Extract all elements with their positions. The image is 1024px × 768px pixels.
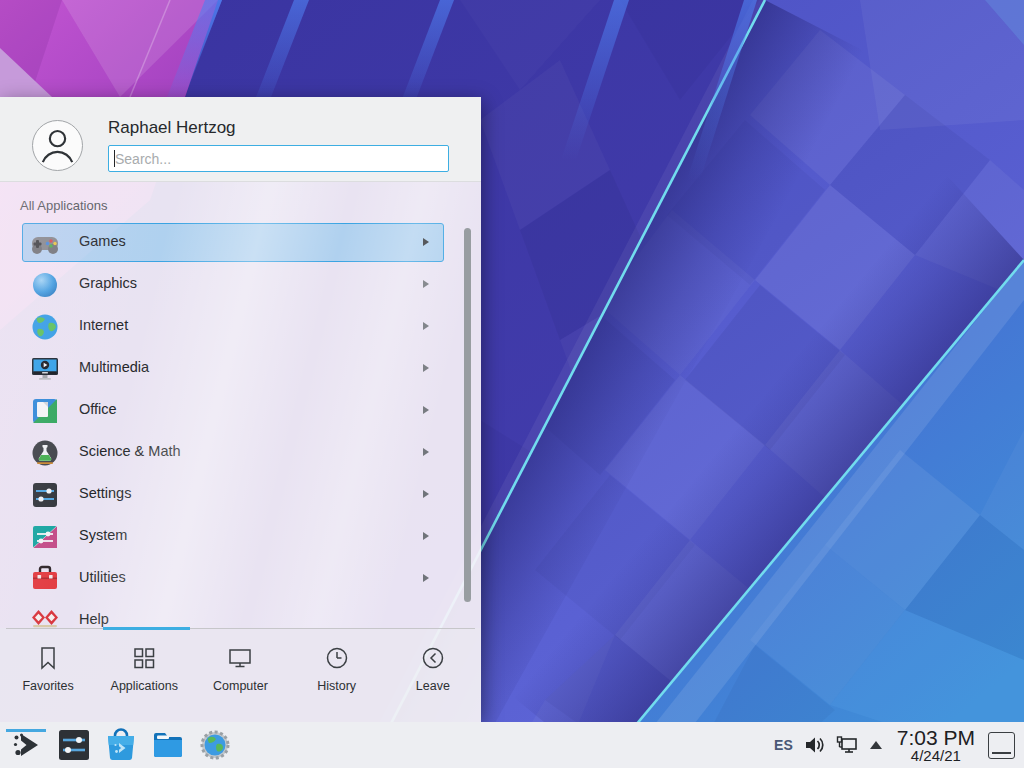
search-field[interactable] bbox=[108, 145, 449, 172]
help-icon bbox=[29, 605, 61, 628]
application-launcher-button[interactable] bbox=[9, 727, 45, 763]
office-icon bbox=[29, 395, 61, 427]
leave-icon bbox=[419, 644, 447, 672]
system-tray: ES bbox=[774, 722, 1024, 768]
volume-icon[interactable] bbox=[803, 734, 825, 756]
tab-applications[interactable]: Applications bbox=[96, 638, 192, 693]
desktop: Raphael Hertzog All Applications bbox=[0, 0, 1024, 768]
submenu-arrow-icon bbox=[423, 406, 429, 414]
science-math-icon bbox=[29, 437, 61, 469]
submenu-arrow-icon bbox=[423, 532, 429, 540]
list-scrollbar[interactable] bbox=[464, 228, 471, 602]
clock-time: 7:03 PM bbox=[897, 727, 975, 748]
category-internet[interactable]: Internet bbox=[0, 306, 481, 348]
submenu-arrow-icon bbox=[423, 322, 429, 330]
kickoff-icon bbox=[9, 727, 45, 763]
category-graphics[interactable]: Graphics bbox=[0, 264, 481, 306]
network-icon[interactable] bbox=[835, 733, 859, 757]
tab-favorites[interactable]: Favorites bbox=[0, 638, 96, 693]
category-help[interactable]: Help bbox=[0, 600, 481, 628]
submenu-arrow-icon bbox=[423, 574, 429, 582]
category-multimedia[interactable]: Multimedia bbox=[0, 348, 481, 390]
application-launcher-menu: Raphael Hertzog All Applications bbox=[0, 97, 481, 722]
discover-icon bbox=[103, 727, 139, 763]
user-avatar[interactable] bbox=[32, 120, 83, 171]
submenu-arrow-icon bbox=[423, 280, 429, 288]
user-name: Raphael Hertzog bbox=[108, 118, 236, 138]
active-task-indicator bbox=[6, 729, 46, 732]
globe-gear-icon bbox=[197, 727, 233, 763]
history-icon bbox=[323, 644, 351, 672]
expand-tray-icon[interactable] bbox=[869, 740, 883, 750]
favorites-icon bbox=[34, 644, 62, 672]
launcher-header: Raphael Hertzog bbox=[0, 97, 481, 182]
system-settings-launcher[interactable] bbox=[56, 727, 92, 763]
category-office[interactable]: Office bbox=[0, 390, 481, 432]
category-system[interactable]: System bbox=[0, 516, 481, 558]
category-games[interactable]: Games bbox=[0, 222, 481, 264]
web-browser-launcher[interactable] bbox=[197, 727, 233, 763]
computer-icon bbox=[226, 644, 254, 672]
submenu-arrow-icon bbox=[423, 448, 429, 456]
section-label: All Applications bbox=[20, 198, 107, 213]
show-desktop-button[interactable] bbox=[988, 732, 1015, 759]
system-settings-icon bbox=[56, 727, 92, 763]
launcher-footer: Favorites Applications bbox=[0, 628, 481, 722]
file-manager-launcher[interactable] bbox=[150, 727, 186, 763]
utilities-icon bbox=[29, 563, 61, 595]
category-science-math[interactable]: Science & Math bbox=[0, 432, 481, 474]
digital-clock[interactable]: 7:03 PM 4/24/21 bbox=[897, 727, 975, 764]
submenu-arrow-icon bbox=[423, 490, 429, 498]
active-tab-indicator bbox=[103, 627, 190, 630]
tab-computer[interactable]: Computer bbox=[192, 638, 288, 693]
keyboard-layout-indicator[interactable]: ES bbox=[774, 737, 793, 753]
multimedia-icon bbox=[29, 353, 61, 385]
folder-icon bbox=[150, 727, 186, 763]
category-utilities[interactable]: Utilities bbox=[0, 558, 481, 600]
category-settings[interactable]: Settings bbox=[0, 474, 481, 516]
submenu-arrow-icon bbox=[423, 238, 429, 246]
games-icon bbox=[29, 227, 61, 259]
submenu-arrow-icon bbox=[423, 364, 429, 372]
discover-launcher[interactable] bbox=[103, 727, 139, 763]
taskbar-panel: ES bbox=[0, 722, 1024, 768]
clock-date: 4/24/21 bbox=[897, 748, 975, 764]
footer-separator bbox=[6, 628, 475, 629]
tab-leave[interactable]: Leave bbox=[385, 638, 481, 693]
graphics-icon bbox=[29, 269, 61, 301]
application-category-list: All Applications Games bbox=[0, 182, 481, 628]
applications-icon bbox=[130, 644, 158, 672]
search-input[interactable] bbox=[108, 145, 449, 172]
tab-history[interactable]: History bbox=[289, 638, 385, 693]
system-icon bbox=[29, 521, 61, 553]
settings-icon bbox=[29, 479, 61, 511]
internet-icon bbox=[29, 311, 61, 343]
text-cursor bbox=[114, 150, 115, 167]
